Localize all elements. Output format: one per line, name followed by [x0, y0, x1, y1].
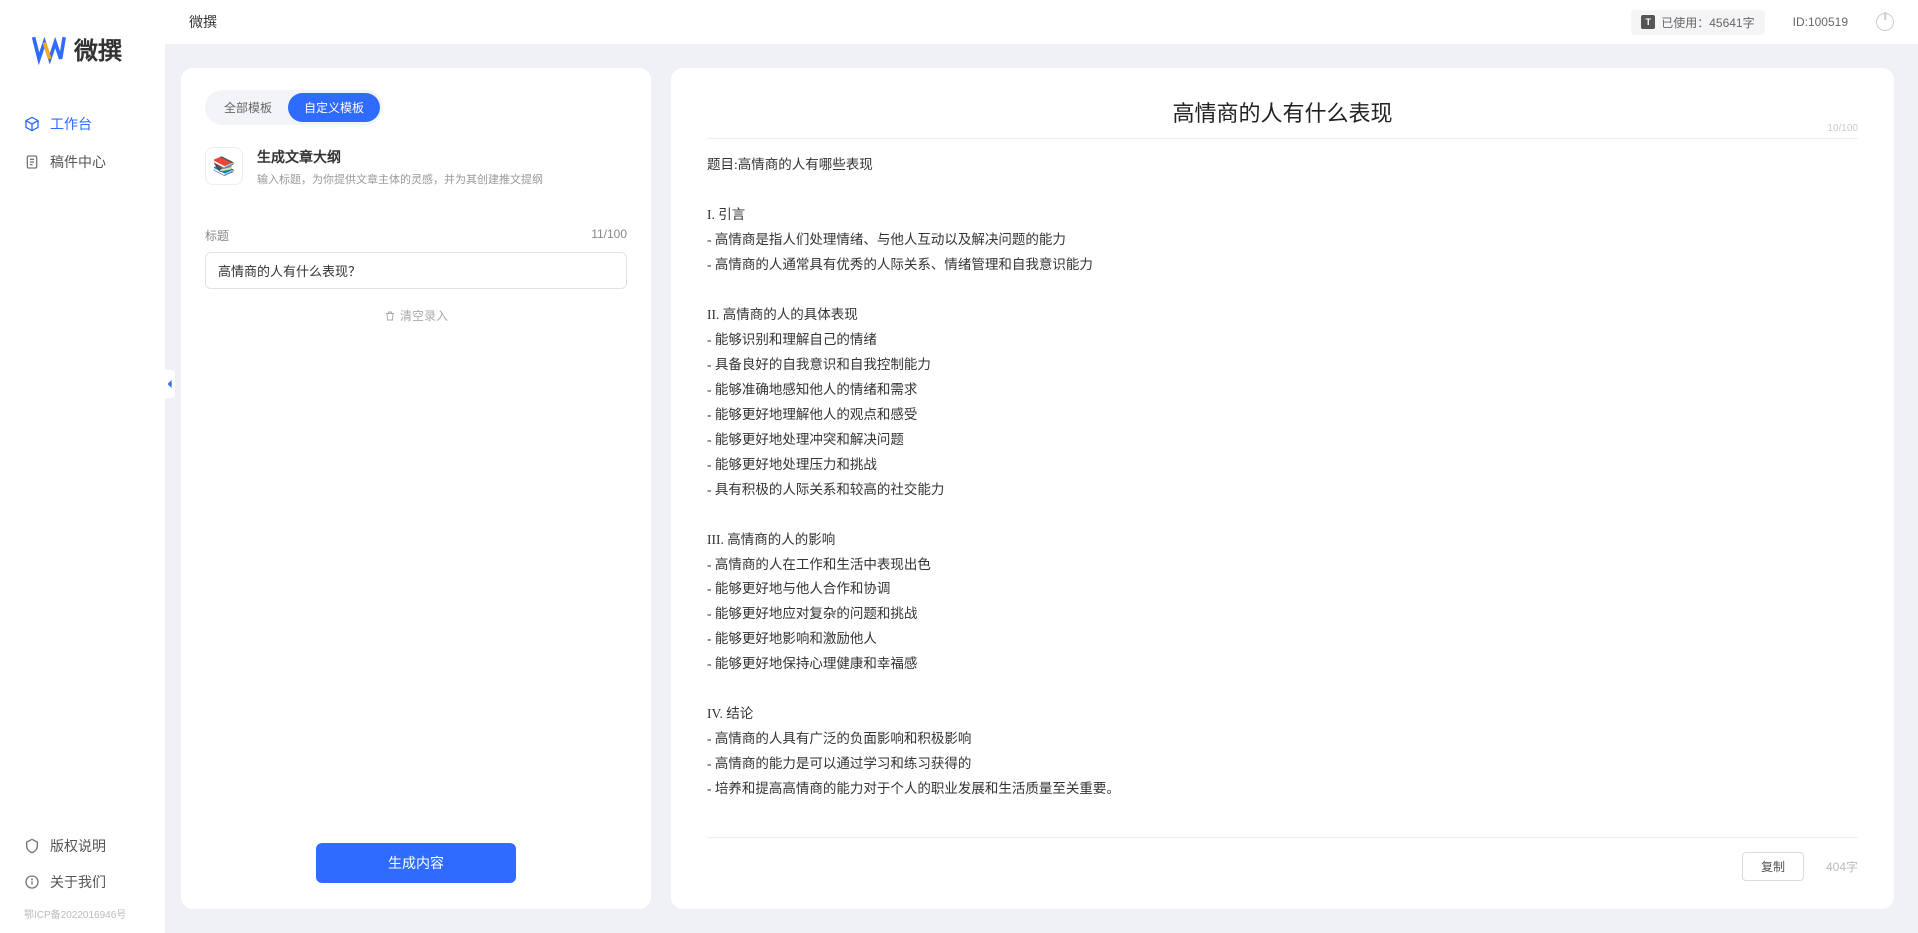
nav-item-copyright[interactable]: 版权说明 [12, 828, 153, 864]
document-icon [24, 154, 40, 170]
power-icon[interactable] [1876, 13, 1894, 31]
usage-badge[interactable]: T 已使用：45641字 [1631, 10, 1764, 35]
input-panel: 全部模板 自定义模板 📚 生成文章大纲 输入标题，为你提供文章主体的灵感，并为其… [181, 68, 651, 909]
content: 全部模板 自定义模板 📚 生成文章大纲 输入标题，为你提供文章主体的灵感，并为其… [165, 44, 1918, 933]
chevron-left-icon [166, 379, 174, 389]
tab-custom-template[interactable]: 自定义模板 [288, 93, 380, 122]
topbar-right: T 已使用：45641字 ID:100519 [1631, 10, 1894, 35]
trash-icon [384, 310, 396, 322]
main-area: 微撰 T 已使用：45641字 ID:100519 全部模板 自定义模板 📚 [165, 0, 1918, 933]
clear-text: 清空录入 [400, 307, 448, 324]
sidebar-bottom: 版权说明 关于我们 鄂ICP备2022016946号 [0, 828, 165, 933]
nav-main: 工作台 稿件中心 [0, 106, 165, 180]
cube-icon [24, 116, 40, 132]
output-title: 高情商的人有什么表现 [1172, 96, 1392, 128]
topbar: 微撰 T 已使用：45641字 ID:100519 [165, 0, 1918, 44]
clear-button[interactable]: 清空录入 [205, 307, 627, 324]
output-body[interactable]: 题目:高情商的人有哪些表现 I. 引言 - 高情商是指人们处理情绪、与他人互动以… [707, 153, 1858, 827]
nav-label: 工作台 [50, 114, 92, 134]
output-header: 高情商的人有什么表现 10/100 [707, 96, 1858, 139]
logo-icon [30, 30, 66, 66]
char-counter: 11/100 [591, 227, 627, 244]
template-description: 输入标题，为你提供文章主体的灵感，并为其创建推文提纲 [257, 171, 543, 187]
nav-item-drafts[interactable]: 稿件中心 [12, 144, 153, 180]
field-label-text: 标题 [205, 227, 229, 244]
info-icon [24, 874, 40, 890]
template-icon: 📚 [205, 147, 243, 185]
output-panel: 高情商的人有什么表现 10/100 题目:高情商的人有哪些表现 I. 引言 - … [671, 68, 1894, 909]
nav-label: 关于我们 [50, 872, 106, 892]
usage-text: 已使用：45641字 [1661, 14, 1754, 31]
text-count-icon: T [1641, 15, 1655, 29]
app-logo: 微撰 [0, 30, 165, 106]
generate-button[interactable]: 生成内容 [316, 843, 516, 883]
template-title: 生成文章大纲 [257, 147, 543, 167]
nav-item-about[interactable]: 关于我们 [12, 864, 153, 900]
sidebar: 微撰 工作台 稿件中心 版权说明 关于我们 鄂ICP备2022016946号 [0, 0, 165, 933]
icp-text: 鄂ICP备2022016946号 [12, 900, 153, 921]
user-id: ID:100519 [1793, 15, 1848, 29]
template-card: 📚 生成文章大纲 输入标题，为你提供文章主体的灵感，并为其创建推文提纲 [205, 143, 627, 207]
page-title: 微撰 [189, 12, 217, 32]
copy-button[interactable]: 复制 [1742, 852, 1804, 881]
title-field-label: 标题 11/100 [205, 227, 627, 244]
nav-label: 版权说明 [50, 836, 106, 856]
output-footer: 复制 404字 [707, 837, 1858, 881]
logo-text: 微撰 [74, 31, 122, 66]
output-char-count: 404字 [1826, 858, 1858, 875]
nav-label: 稿件中心 [50, 152, 106, 172]
nav-item-workbench[interactable]: 工作台 [12, 106, 153, 142]
shield-icon [24, 838, 40, 854]
tab-all-templates[interactable]: 全部模板 [208, 93, 288, 122]
title-input[interactable] [205, 252, 627, 289]
template-tabs: 全部模板 自定义模板 [205, 90, 383, 125]
sidebar-collapse-toggle[interactable] [165, 370, 175, 398]
title-char-counter: 10/100 [1827, 123, 1858, 134]
